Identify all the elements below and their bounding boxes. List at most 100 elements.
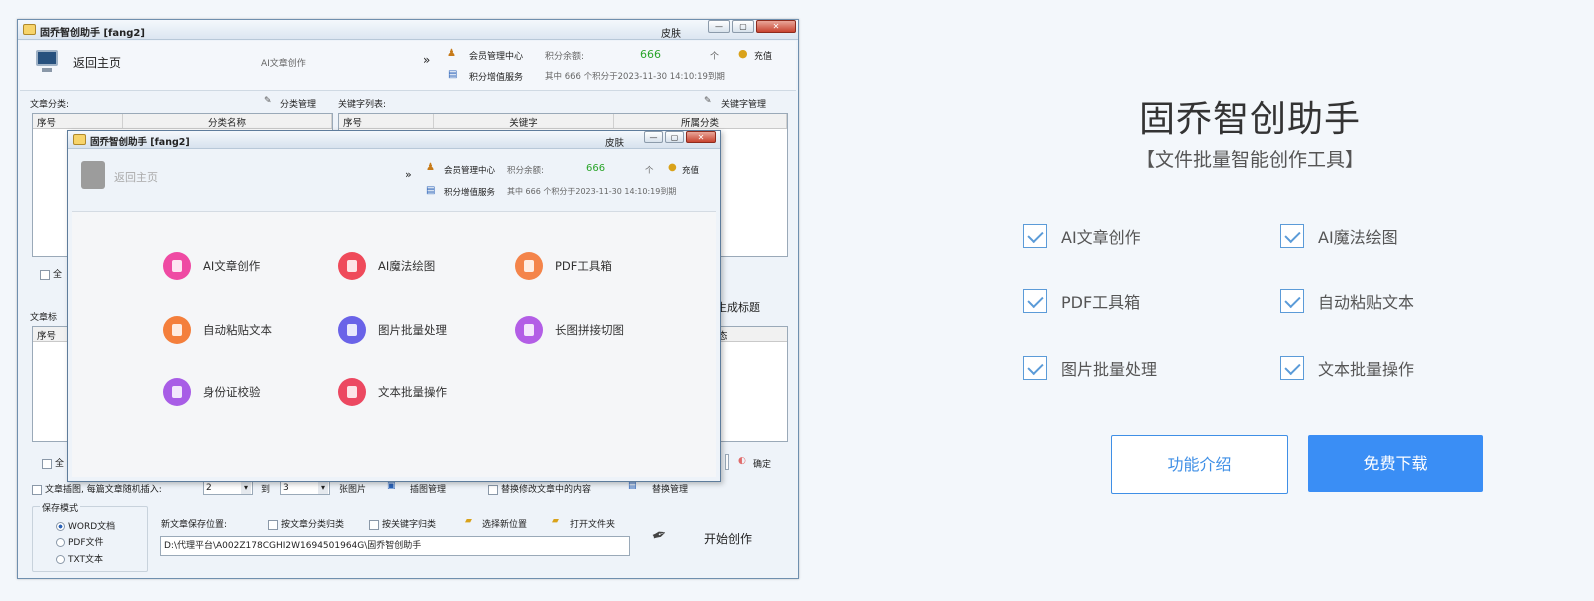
feature-id-check[interactable]: 身份证校验: [163, 378, 261, 406]
hero-feature: 文本批量操作: [1280, 356, 1414, 380]
hero-feature: PDF工具箱: [1023, 289, 1140, 313]
select-all-articles[interactable]: 全: [42, 456, 64, 469]
inner-window-title: 固乔智创助手 [fang2]: [90, 137, 190, 148]
keyword-col-category: 所属分类: [614, 114, 787, 128]
feature-auto-paste[interactable]: 自动粘贴文本: [163, 316, 272, 344]
points-detail: 其中 666 个积分于2023-11-30 14:10:19到期: [545, 72, 725, 82]
feature-intro-button[interactable]: 功能介绍: [1111, 435, 1288, 494]
member-icon: ♟: [447, 48, 456, 59]
keyword-section-label: 关键字列表:: [338, 100, 387, 110]
replace-content-checkbox[interactable]: 替换修改文章中的内容: [488, 482, 591, 495]
inner-minimize-button[interactable]: —: [644, 131, 663, 143]
free-download-button[interactable]: 免费下载: [1308, 435, 1483, 492]
chevron-icon[interactable]: »: [423, 53, 430, 67]
select-all-categories[interactable]: 全: [40, 267, 62, 280]
pen-icon: ✒: [648, 523, 671, 548]
check-icon: [1023, 289, 1047, 313]
inner-member-center-link[interactable]: 会员管理中心: [444, 164, 495, 176]
check-icon: [1280, 356, 1304, 380]
insert-image-checkbox[interactable]: 文章插图, 每篇文章随机插入:: [32, 482, 162, 495]
title-bar: 固乔智创助手 [fang2] 皮肤 — ▢ ✕: [18, 20, 798, 40]
article-col-status: 态: [713, 327, 783, 341]
inner-points-service-link[interactable]: 积分增值服务: [444, 186, 495, 198]
category-section-label: 文章分类:: [30, 100, 70, 110]
inner-points-balance-label: 积分余额:: [507, 166, 544, 176]
inner-home-button[interactable]: 返回主页: [114, 169, 158, 185]
minimize-button[interactable]: —: [708, 20, 730, 33]
window-title: 固乔智创助手 [fang2]: [40, 28, 145, 39]
inner-skin-button[interactable]: 皮肤: [605, 135, 624, 149]
by-keyword-checkbox[interactable]: 按关键字归类: [369, 517, 436, 530]
save-mode-txt[interactable]: TXT文本: [56, 552, 103, 565]
recharge-button[interactable]: 充值: [754, 49, 772, 62]
save-mode-label: 保存模式: [40, 501, 81, 514]
pdf-icon: [515, 252, 543, 280]
category-manage-button[interactable]: 分类管理: [280, 97, 316, 110]
book-icon: ▤: [426, 185, 436, 196]
coins-icon: ●: [738, 47, 748, 60]
generate-title-button[interactable]: 生成标题: [716, 299, 760, 315]
open-folder-button[interactable]: 打开文件夹: [570, 517, 615, 530]
coins-icon: ●: [668, 162, 677, 173]
feature-ai-draw[interactable]: AI魔法绘图: [338, 252, 435, 280]
paste-icon: [163, 316, 191, 344]
category-col-name: 分类名称: [123, 114, 332, 128]
hero-feature: 图片批量处理: [1023, 356, 1157, 380]
feature-pdf-tools[interactable]: PDF工具箱: [515, 252, 612, 280]
hero-feature: AI魔法绘图: [1280, 224, 1398, 248]
save-mode-pdf[interactable]: PDF文件: [56, 535, 104, 548]
member-center-link[interactable]: 会员管理中心: [469, 49, 523, 62]
folder-icon: ▰: [465, 516, 472, 526]
hero-subtitle: 【文件批量智能创作工具】: [1135, 149, 1364, 171]
member-icon: ♟: [426, 162, 435, 173]
feature-text-batch[interactable]: 文本批量操作: [338, 378, 447, 406]
open-folder-icon: ▰: [552, 516, 559, 526]
maximize-button[interactable]: ▢: [732, 20, 754, 33]
home-button[interactable]: 返回主页: [73, 54, 121, 71]
hero-feature: AI文章创作: [1023, 224, 1141, 248]
by-category-checkbox[interactable]: 按文章分类归类: [268, 517, 344, 530]
check-icon: [1023, 356, 1047, 380]
inner-chevron-icon[interactable]: »: [405, 168, 412, 181]
app-icon: [73, 134, 86, 145]
start-create-button[interactable]: 开始创作: [704, 530, 752, 547]
confirm-icon: ◐: [738, 456, 746, 466]
image-manage-button[interactable]: 插图管理: [410, 482, 446, 495]
save-mode-word[interactable]: WORD文档: [56, 519, 115, 532]
insert-min-stepper[interactable]: 2: [203, 481, 253, 495]
check-icon: [1023, 224, 1047, 248]
inner-points-detail: 其中 666 个积分于2023-11-30 14:10:19到期: [507, 187, 677, 196]
keyword-manage-button[interactable]: 关键字管理: [721, 97, 766, 110]
close-button[interactable]: ✕: [756, 20, 796, 33]
id-card-icon: [163, 378, 191, 406]
save-path-input[interactable]: D:\代理平台\A002Z178CGHI2W1694501964G\固乔智创助手: [160, 536, 630, 556]
category-col-index: 序号: [33, 114, 123, 128]
confirm-button[interactable]: 确定: [753, 457, 771, 470]
points-balance-label: 积分余额:: [545, 52, 585, 62]
book-icon: ▤: [628, 481, 637, 491]
confirm-input[interactable]: [725, 454, 729, 470]
inner-close-button[interactable]: ✕: [686, 131, 716, 143]
choose-location-button[interactable]: 选择新位置: [482, 517, 527, 530]
ai-article-tab[interactable]: AI文章创作: [261, 56, 306, 69]
insert-max-stepper[interactable]: 3: [280, 481, 330, 495]
wrench-icon: ✎: [264, 96, 272, 106]
to-label: 到: [261, 485, 271, 495]
save-location-label: 新文章保存位置:: [161, 520, 228, 530]
feature-ai-article[interactable]: AI文章创作: [163, 252, 260, 280]
stitch-icon: [515, 316, 543, 344]
inner-home-icon: [81, 161, 105, 189]
replace-manage-button[interactable]: 替换管理: [652, 482, 688, 495]
keyword-col-keyword: 关键字: [434, 114, 614, 128]
feature-image-batch[interactable]: 图片批量处理: [338, 316, 447, 344]
inner-maximize-button[interactable]: ▢: [665, 131, 684, 143]
feature-long-image[interactable]: 长图拼接切图: [515, 316, 624, 344]
inner-recharge-button[interactable]: 充值: [682, 164, 699, 176]
inner-title-bar: 固乔智创助手 [fang2] 皮肤 — ▢ ✕: [68, 131, 720, 149]
skin-button[interactable]: 皮肤: [661, 25, 681, 40]
inner-points-balance-value: 666: [586, 163, 606, 174]
points-balance-value: 666: [640, 48, 661, 61]
inner-window: 固乔智创助手 [fang2] 皮肤 — ▢ ✕ 返回主页 » ♟ 会员管理中心 …: [67, 130, 721, 482]
points-service-link[interactable]: 积分增值服务: [469, 70, 523, 83]
paint-icon: [338, 252, 366, 280]
